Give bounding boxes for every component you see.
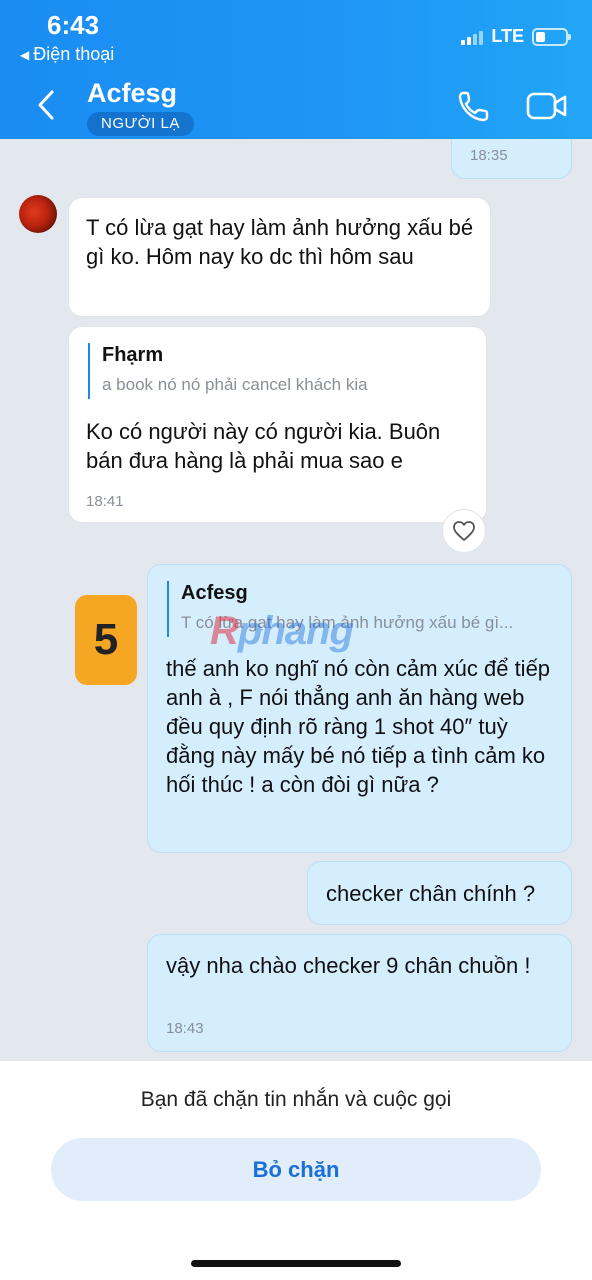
status-indicators: LTE (461, 26, 571, 47)
incoming-message[interactable]: Fhạrm a book nó nó phải cancel khách kia… (68, 326, 487, 523)
message-time: 18:41 (86, 493, 124, 510)
number-badge: 5 (75, 595, 137, 685)
quote-text: a book nó nó phải cancel khách kia (102, 375, 368, 394)
heart-icon (453, 521, 475, 541)
battery-icon (532, 27, 571, 46)
stranger-badge: NGƯỜI LẠ (87, 112, 194, 136)
message-text: thế anh ko nghĩ nó còn cảm xúc để tiếp a… (166, 656, 551, 797)
message-text: checker chân chính ? (326, 881, 536, 906)
outgoing-message[interactable]: Acfesg T có lừa gạt hay làm ảnh hưởng xấ… (147, 564, 572, 853)
avatar[interactable] (19, 195, 57, 233)
watermark-logo: Rphang (210, 609, 354, 653)
blocked-notice: Bạn đã chặn tin nhắn và cuộc gọi (140, 1088, 452, 1111)
message-time: 18:43 (166, 1020, 204, 1037)
back-to-app-link[interactable]: ◀ Điện thoại (20, 44, 114, 65)
message-time: 18:35 (470, 147, 508, 164)
quoted-message[interactable]: Fhạrm a book nó nó phải cancel khách kia (88, 343, 368, 399)
signal-icon (461, 29, 484, 45)
home-indicator[interactable] (191, 1260, 401, 1267)
outgoing-message[interactable]: 18:35 (451, 139, 572, 179)
outgoing-message[interactable]: checker chân chính ? (307, 861, 572, 925)
status-time: 6:43 (47, 10, 100, 40)
contact-name[interactable]: Acfesg (87, 78, 177, 109)
phone-icon[interactable] (456, 88, 492, 124)
unblock-button[interactable]: Bỏ chặn (51, 1138, 541, 1201)
chevron-left-icon[interactable] (32, 88, 60, 122)
message-list[interactable]: 18:35 T có lừa gạt hay làm ảnh hưởng xấu… (0, 139, 592, 1061)
message-text: vậy nha chào checker 9 chân chuồn ! (166, 953, 531, 978)
back-triangle-icon: ◀ (20, 47, 30, 62)
chat-header: 6:43 ◀ Điện thoại LTE Acfesg NGƯỜI LẠ (0, 0, 592, 139)
react-button[interactable] (442, 509, 486, 553)
quote-author: Acfesg (181, 582, 248, 604)
message-text: Ko có người này có người kia. Buôn bán đ… (86, 419, 441, 473)
video-camera-icon[interactable] (526, 90, 568, 122)
back-app-label: Điện thoại (33, 44, 115, 64)
message-text: T có lừa gạt hay làm ảnh hưởng xấu bé gì… (86, 215, 474, 269)
quote-author: Fhạrm (102, 344, 164, 366)
network-label: LTE (491, 26, 524, 46)
blocked-panel: Bạn đã chặn tin nhắn và cuộc gọi Bỏ chặn (0, 1061, 592, 1280)
outgoing-message[interactable]: vậy nha chào checker 9 chân chuồn ! 18:4… (147, 934, 572, 1052)
incoming-message[interactable]: T có lừa gạt hay làm ảnh hưởng xấu bé gì… (68, 197, 491, 317)
